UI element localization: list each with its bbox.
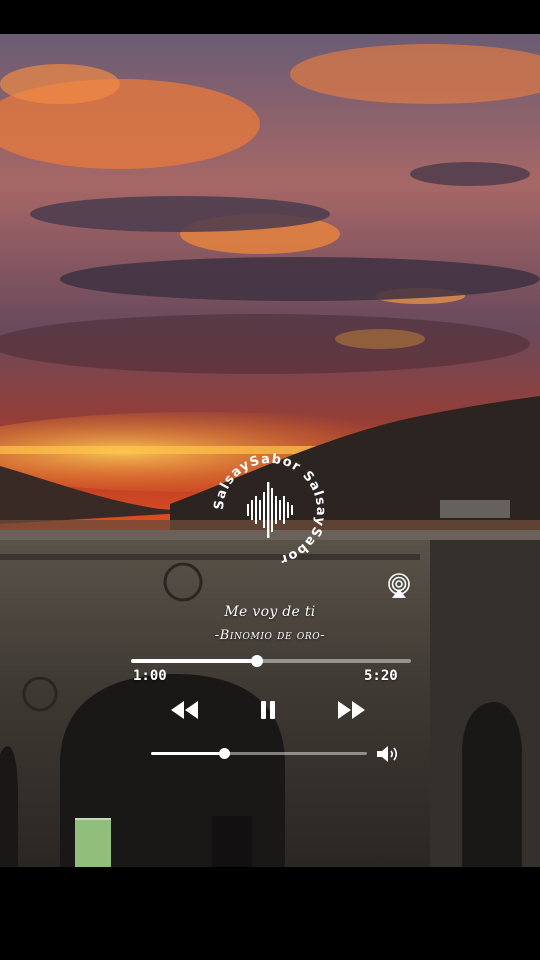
progress-slider[interactable]	[131, 655, 411, 667]
logo-ring-text: SalsaySabor SalsaySabor	[212, 452, 327, 567]
fast-forward-button[interactable]	[333, 697, 369, 723]
speaker-volume-icon[interactable]	[374, 743, 402, 765]
progress-knob[interactable]	[251, 655, 263, 667]
airplay-icon[interactable]	[386, 573, 412, 599]
salsaysabor-logo: SalsaySabor SalsaySabor	[212, 452, 328, 567]
volume-fill	[151, 752, 225, 755]
fast-forward-icon	[338, 701, 365, 719]
total-time: 5:20	[364, 668, 398, 684]
pause-button[interactable]	[250, 697, 286, 723]
progress-fill	[131, 659, 257, 663]
rewind-icon	[171, 701, 198, 719]
volume-slider[interactable]	[151, 748, 367, 759]
pause-icon	[261, 701, 275, 719]
svg-text:SalsaySabor SalsaySabor: SalsaySabor SalsaySabor	[212, 452, 328, 567]
song-title: Me voy de ti	[224, 604, 316, 620]
rewind-button[interactable]	[167, 697, 203, 723]
video-frame: SalsaySabor SalsaySabor	[0, 34, 540, 867]
song-artist: -Binomio de oro-	[214, 628, 326, 643]
soundwave-icon	[247, 482, 293, 538]
elapsed-time: 1:00	[133, 668, 167, 684]
